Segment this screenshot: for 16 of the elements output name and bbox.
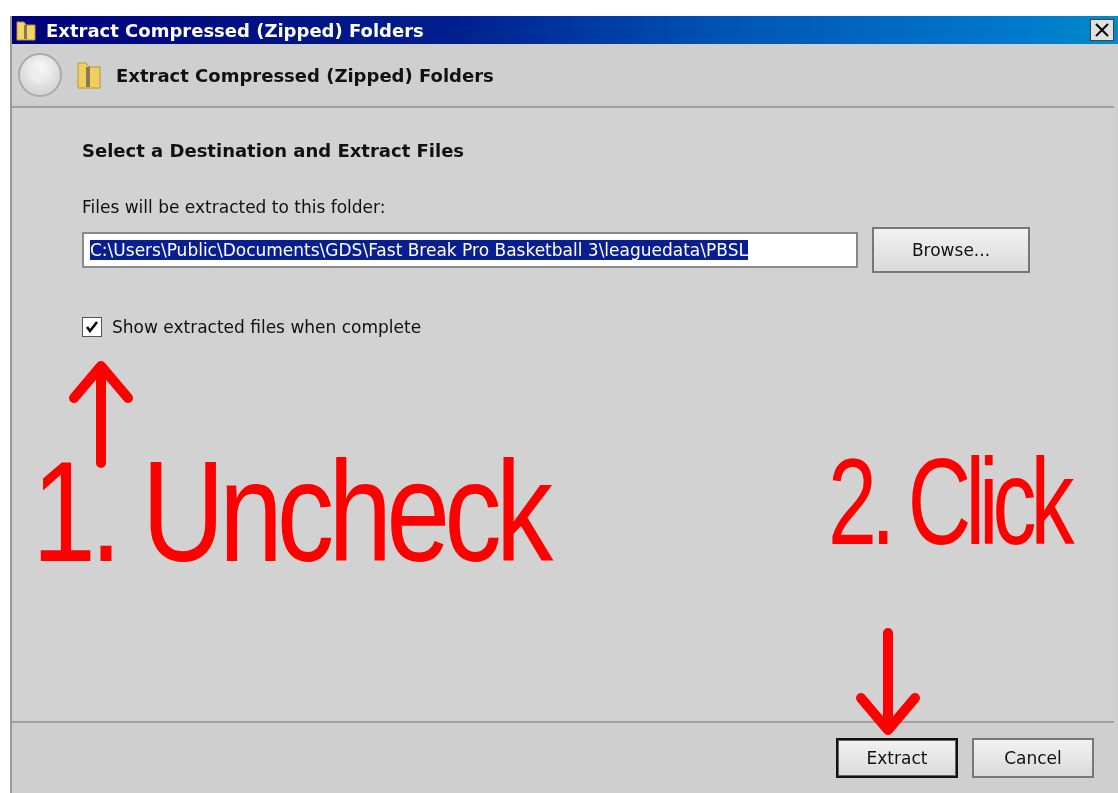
handwritten-note: 2. Click <box>828 440 1069 564</box>
section-heading: Select a Destination and Extract Files <box>82 140 466 161</box>
wizard-title: Extract Compressed (Zipped) Folders <box>116 64 494 86</box>
checkbox-label: Show extracted files when complete <box>112 317 422 337</box>
destination-path-field[interactable]: C:\Users\Public\Documents\GDS\Fast Break Pro Basketball 3\leaguedata\PBSL <box>82 232 858 268</box>
zip-folder-icon <box>16 19 36 41</box>
zip-folder-icon <box>76 60 102 90</box>
down-arrow-icon <box>853 628 923 738</box>
window-title: Extract Compressed (Zipped) Folders <box>46 19 425 41</box>
show-files-checkbox[interactable] <box>82 317 102 337</box>
cancel-button[interactable]: Cancel <box>972 738 1094 778</box>
destination-label: Files will be extracted to this folder: <box>82 197 387 217</box>
extract-button[interactable]: Extract <box>836 738 958 778</box>
close-icon <box>1095 23 1109 37</box>
browse-button[interactable]: Browse... <box>872 227 1030 273</box>
close-button[interactable] <box>1090 19 1114 41</box>
